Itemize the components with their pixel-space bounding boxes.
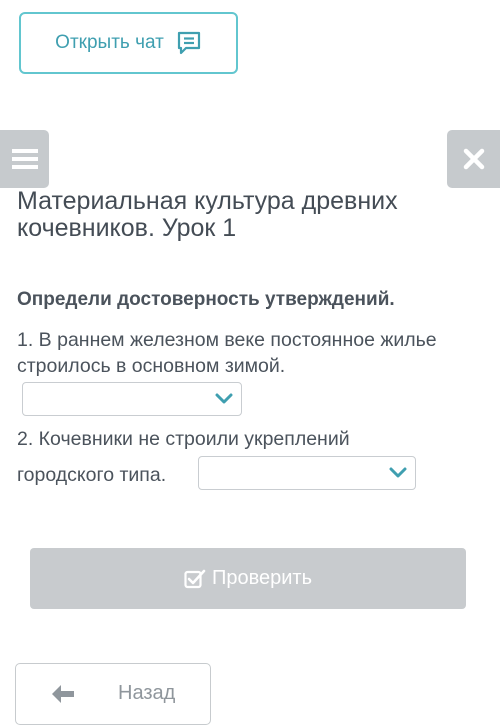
question-1-text: 1. В раннем железном веке постоянное жил… — [17, 329, 437, 377]
menu-button[interactable] — [0, 130, 49, 188]
question-2-text-line1: 2. Кочевники не строили укреплений — [17, 428, 350, 450]
close-button[interactable] — [447, 130, 500, 188]
question-2-text-line2: городского типа. — [17, 464, 167, 486]
chevron-down-icon — [389, 467, 407, 478]
back-button-label: Назад — [118, 682, 176, 704]
check-button-label: Проверить — [211, 567, 313, 589]
open-chat-label: Открыть чат — [55, 32, 164, 53]
task-instruction: Определи достоверность утверждений. — [17, 289, 395, 310]
chat-bubble-icon — [177, 31, 200, 55]
arrow-left-icon — [52, 685, 74, 703]
check-square-icon — [184, 569, 206, 588]
question-1-select[interactable] — [22, 382, 242, 416]
check-button[interactable]: Проверить — [30, 548, 466, 609]
chevron-down-icon — [215, 393, 233, 404]
back-button[interactable]: Назад — [15, 663, 211, 725]
close-icon — [463, 148, 484, 170]
hamburger-icon — [11, 149, 38, 169]
question-2-select[interactable] — [198, 456, 416, 490]
open-chat-button[interactable]: Открыть чат — [19, 12, 238, 74]
page-title: Материальная культура древних кочевников… — [17, 187, 398, 242]
